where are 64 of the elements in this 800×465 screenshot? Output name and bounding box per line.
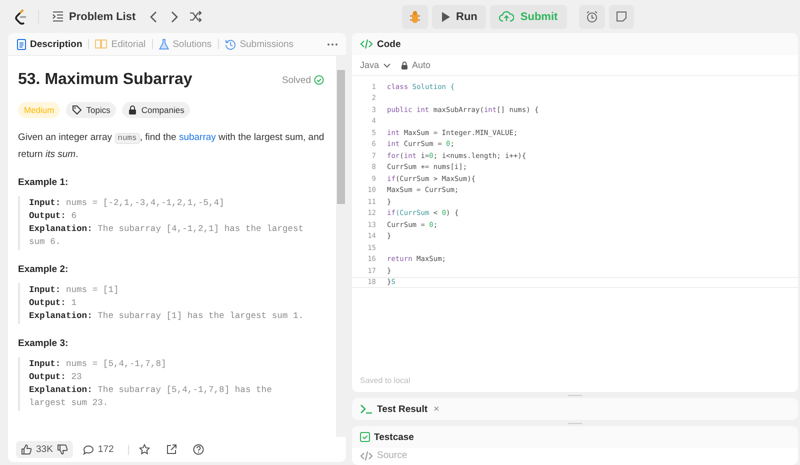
close-tab-button[interactable]: ×: [434, 404, 440, 414]
shuffle-icon[interactable]: [188, 11, 202, 22]
companies-button[interactable]: Companies: [122, 102, 190, 118]
bug-icon[interactable]: [409, 10, 421, 23]
example-heading: Example 2:: [18, 264, 70, 275]
example-line: Output: 1: [29, 297, 78, 310]
test-result-tab[interactable]: Test Result: [377, 404, 428, 414]
notes-button[interactable]: [608, 4, 634, 28]
auto-mode-toggle[interactable]: Auto: [401, 60, 431, 70]
check-circle-icon: [314, 75, 324, 85]
solved-status: Solved: [282, 74, 311, 86]
example-line: Explanation: The subarray [4,-1,2,1] has the largest sum 6.: [29, 223, 305, 249]
language-dropdown[interactable]: Java: [360, 60, 392, 70]
example-line: Input: nums = [1]: [29, 284, 120, 297]
list-icon: [52, 11, 64, 22]
lock-icon: [128, 105, 138, 115]
example-line: Output: 6: [29, 210, 78, 223]
note-icon[interactable]: [616, 11, 627, 22]
example-heading: Example 1:: [18, 177, 70, 188]
code-icon: [360, 39, 373, 49]
chevron-left-icon[interactable]: [148, 10, 159, 22]
example-line: Explanation: The subarray [1] has the largest sum 1.: [29, 310, 305, 323]
example-line: Explanation: The subarray [5,4,-1,7,8] has the largest sum 23.: [29, 384, 273, 410]
cloud-upload-icon: [499, 11, 514, 22]
help-icon[interactable]: [192, 444, 204, 455]
topics-button[interactable]: Topics: [66, 102, 116, 118]
problem-list-link[interactable]: Problem List: [49, 8, 139, 24]
comment-icon: [82, 444, 94, 454]
like-button[interactable]: 33K: [16, 441, 73, 458]
thumbs-down-icon[interactable]: [56, 444, 68, 455]
timer-button[interactable]: [578, 4, 605, 28]
scrollbar[interactable]: [336, 56, 346, 437]
chevron-right-icon[interactable]: [168, 10, 179, 22]
example-line: Output: 23: [29, 371, 83, 384]
terminal-icon: [360, 404, 373, 414]
caret-down-icon: [383, 62, 392, 68]
example-line: Input: nums = [5,4,-1,7,8]: [29, 358, 168, 371]
thumbs-up-icon: [21, 444, 32, 455]
testcase-tab[interactable]: Testcase: [374, 432, 414, 442]
lock-icon: [401, 60, 408, 70]
more-icon[interactable]: [327, 42, 338, 46]
code-title: Code: [377, 38, 401, 50]
logo-icon[interactable]: [14, 8, 28, 24]
saved-status: Saved to local: [359, 376, 412, 387]
star-icon[interactable]: [138, 444, 150, 455]
problem-statement: Given an integer array nums , find the subarray with the largest sum, and return its sum.: [18, 131, 326, 162]
flask-icon: [158, 38, 169, 50]
history-icon: [224, 38, 236, 50]
example-heading: Example 3:: [18, 338, 70, 349]
tab[interactable]: Description: [16, 36, 84, 52]
run-button[interactable]: Run: [432, 4, 486, 28]
book-icon: [95, 39, 108, 49]
play-icon: [441, 12, 450, 22]
example-line: Input: nums = [-2,1,-3,4,-1,2,1,-5,4]: [29, 197, 226, 210]
document-icon: [17, 38, 26, 50]
subarray-link[interactable]: subarray: [178, 132, 216, 143]
checkbox-icon: [360, 432, 370, 442]
share-icon[interactable]: [166, 444, 177, 455]
difficulty-badge: Medium: [18, 102, 60, 118]
problem-title: 53. Maximum Subarray: [18, 71, 192, 89]
comments-button[interactable]: 172: [78, 441, 118, 458]
alarm-clock-icon[interactable]: [586, 10, 598, 22]
code-icon: [360, 450, 373, 460]
tag-icon: [72, 105, 82, 115]
